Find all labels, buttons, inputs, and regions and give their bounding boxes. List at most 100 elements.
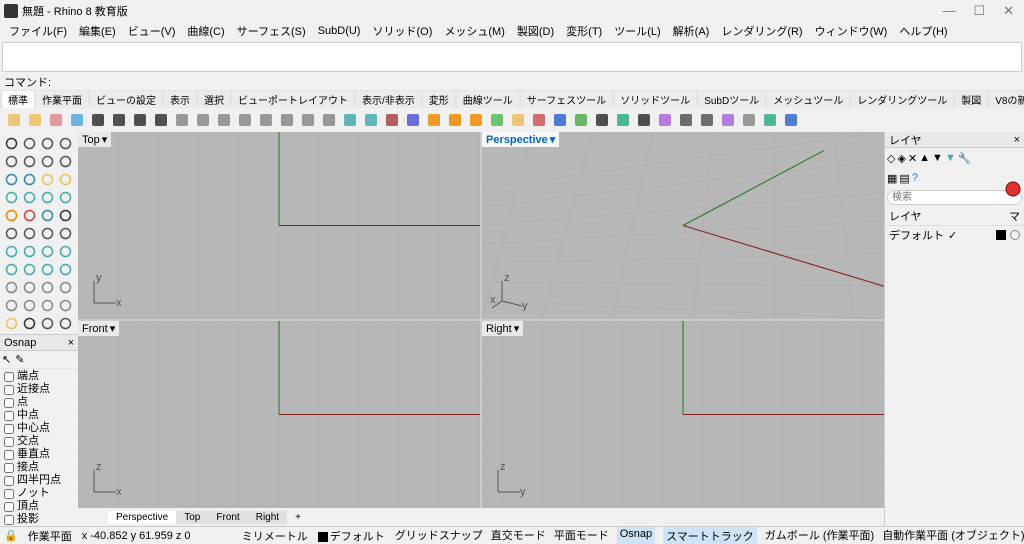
command-input[interactable] — [53, 76, 1020, 88]
status-toggle[interactable]: ガムボール (作業平面) — [765, 527, 874, 544]
toolbox-button[interactable] — [20, 260, 38, 278]
viewport-front[interactable]: Front▾ z x — [78, 321, 480, 508]
toolbar-button[interactable] — [592, 110, 612, 130]
toolbox-button[interactable] — [38, 278, 56, 296]
osnap-checkbox[interactable] — [4, 489, 14, 499]
menu-item[interactable]: ビュー(V) — [123, 22, 181, 40]
toolbox-button[interactable] — [20, 278, 38, 296]
menu-item[interactable]: レンダリング(R) — [716, 22, 807, 40]
status-unit[interactable]: ミリメートル — [242, 528, 308, 544]
menu-item[interactable]: SubD(U) — [313, 24, 366, 38]
toolbox-button[interactable] — [56, 260, 74, 278]
new-sublayer-icon[interactable]: ◈ — [897, 152, 905, 165]
viewport-perspective[interactable]: Perspective▾ z y x — [482, 132, 884, 319]
command-output[interactable] — [2, 42, 1022, 72]
add-viewport-tab[interactable]: + — [287, 511, 309, 524]
osnap-item[interactable]: 中点 — [4, 409, 74, 422]
toolbar-button[interactable] — [550, 110, 570, 130]
toolbar-button[interactable] — [361, 110, 381, 130]
toolbox-button[interactable] — [38, 314, 56, 332]
menu-item[interactable]: ツール(L) — [609, 22, 665, 40]
toolbar-button[interactable] — [739, 110, 759, 130]
osnap-checkbox[interactable] — [4, 476, 14, 486]
delete-layer-icon[interactable]: ✕ — [908, 152, 917, 165]
toolbar-button[interactable] — [88, 110, 108, 130]
toolbox-button[interactable] — [2, 170, 20, 188]
new-layer-icon[interactable]: ◇ — [887, 152, 895, 165]
help-icon[interactable]: ? — [912, 172, 918, 184]
toolbox-button[interactable] — [20, 206, 38, 224]
tab-item[interactable]: 表示/非表示 — [356, 91, 421, 108]
toolbar-button[interactable] — [46, 110, 66, 130]
status-toggle[interactable]: 直交モード — [491, 527, 546, 544]
layer-row[interactable]: デフォルト ✓ — [885, 226, 1024, 244]
chevron-down-icon[interactable]: ▾ — [550, 133, 556, 146]
tab-item[interactable]: 選択 — [198, 91, 230, 108]
toolbar-button[interactable] — [214, 110, 234, 130]
toolbox-button[interactable] — [20, 152, 38, 170]
toolbar-button[interactable] — [109, 110, 129, 130]
toolbar-button[interactable] — [403, 110, 423, 130]
toolbox-button[interactable] — [38, 296, 56, 314]
osnap-checkbox[interactable] — [4, 463, 14, 473]
viewport-top[interactable]: Top▾ y x — [78, 132, 480, 319]
tab-item[interactable]: 製図 — [955, 91, 987, 108]
osnap-checkbox[interactable] — [4, 502, 14, 512]
toolbox-button[interactable] — [2, 278, 20, 296]
toolbox-button[interactable] — [20, 296, 38, 314]
toolbar-button[interactable] — [571, 110, 591, 130]
menu-item[interactable]: ウィンドウ(W) — [810, 22, 893, 40]
chevron-down-icon[interactable]: ▾ — [102, 133, 108, 146]
status-toggle[interactable]: 自動作業平面 (オブジェクト) — [882, 527, 1024, 544]
osnap-pencil-icon[interactable]: ✎ — [15, 353, 24, 366]
toolbar-button[interactable] — [424, 110, 444, 130]
toolbox-button[interactable] — [56, 134, 74, 152]
osnap-checkbox[interactable] — [4, 411, 14, 421]
osnap-item[interactable]: 接点 — [4, 461, 74, 474]
toolbox-button[interactable] — [38, 260, 56, 278]
status-toggle[interactable]: 平面モード — [554, 527, 609, 544]
toolbox-button[interactable] — [38, 188, 56, 206]
toolbox-button[interactable] — [56, 242, 74, 260]
list-icon[interactable]: ▤ — [899, 172, 909, 185]
osnap-item[interactable]: 四半円点 — [4, 474, 74, 487]
toolbox-button[interactable] — [20, 314, 38, 332]
toolbar-button[interactable] — [613, 110, 633, 130]
toolbox-button[interactable] — [38, 152, 56, 170]
toolbox-button[interactable] — [2, 206, 20, 224]
toolbar-button[interactable] — [760, 110, 780, 130]
toolbox-button[interactable] — [56, 170, 74, 188]
toolbar-button[interactable] — [676, 110, 696, 130]
toolbar-button[interactable] — [130, 110, 150, 130]
status-cplane[interactable]: 作業平面 — [28, 528, 72, 544]
status-toggle[interactable]: Osnap — [617, 527, 655, 544]
tab-item[interactable]: ソリッドツール — [614, 91, 696, 108]
toolbox-button[interactable] — [20, 224, 38, 242]
menu-item[interactable]: 編集(E) — [74, 22, 121, 40]
viewport-tab[interactable]: Right — [248, 511, 287, 524]
osnap-cursor-icon[interactable]: ↖ — [2, 353, 11, 366]
chevron-down-icon[interactable]: ▾ — [110, 322, 116, 335]
toolbox-button[interactable] — [2, 260, 20, 278]
menu-item[interactable]: ファイル(F) — [4, 22, 72, 40]
tools-icon[interactable]: 🔧 — [958, 152, 972, 165]
layer-search-input[interactable] — [887, 190, 1022, 205]
minimize-button[interactable]: — — [942, 3, 955, 19]
toolbar-button[interactable] — [508, 110, 528, 130]
osnap-item[interactable]: 垂直点 — [4, 448, 74, 461]
toolbox-button[interactable] — [56, 314, 74, 332]
osnap-checkbox[interactable] — [4, 515, 14, 525]
panel-close-icon[interactable]: × — [68, 337, 74, 349]
toolbox-button[interactable] — [56, 206, 74, 224]
menu-item[interactable]: メッシュ(M) — [439, 22, 510, 40]
toolbar-button[interactable] — [340, 110, 360, 130]
menu-item[interactable]: ソリッド(O) — [367, 22, 437, 40]
toolbar-button[interactable] — [235, 110, 255, 130]
chevron-down-icon[interactable]: ▾ — [514, 322, 520, 335]
menu-item[interactable]: 製図(D) — [512, 22, 559, 40]
toolbar-button[interactable] — [697, 110, 717, 130]
toolbox-button[interactable] — [20, 170, 38, 188]
viewport-tab[interactable]: Perspective — [108, 511, 176, 524]
tab-item[interactable]: ビューの設定 — [90, 91, 162, 108]
toolbar-button[interactable] — [445, 110, 465, 130]
